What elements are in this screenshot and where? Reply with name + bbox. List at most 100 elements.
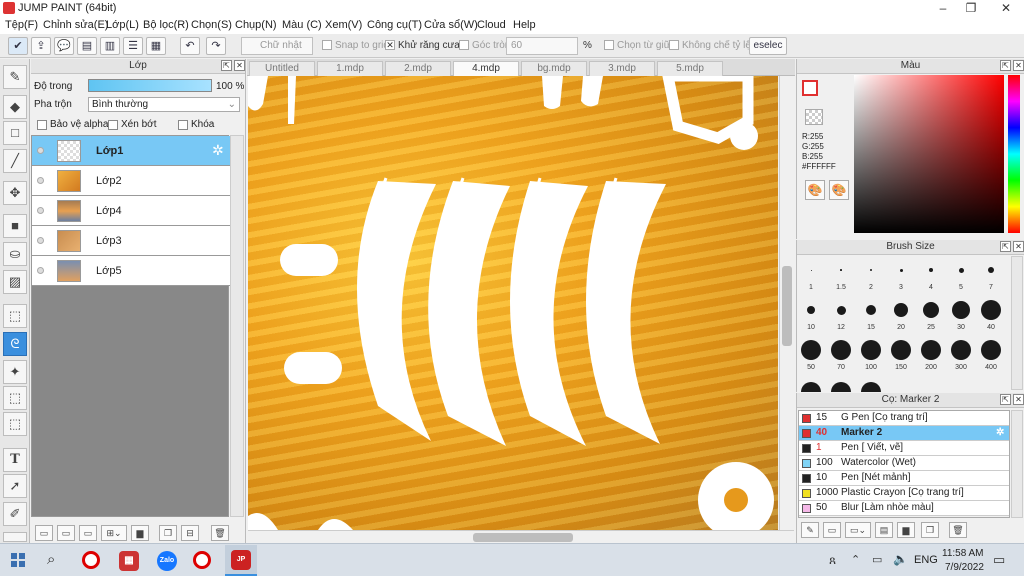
- new-layer-menu-icon[interactable]: ⊞⌄: [101, 525, 127, 541]
- menu-file[interactable]: Tệp(F): [5, 19, 38, 31]
- subtool-scrollbar[interactable]: [1011, 410, 1023, 518]
- brush-size-dot[interactable]: [923, 302, 939, 318]
- magic-wand-tool-icon[interactable]: ✦: [3, 360, 27, 384]
- canvas-vertical-scrollbar[interactable]: [779, 76, 794, 530]
- jump-paint-taskbar-button[interactable]: JP: [225, 545, 257, 576]
- visibility-icon[interactable]: [37, 147, 44, 154]
- brush-size-dot[interactable]: [894, 303, 908, 317]
- panel-close-icon[interactable]: ✕: [1013, 60, 1024, 71]
- antialias-checkbox[interactable]: ✕: [385, 40, 395, 50]
- tool-more-icon[interactable]: [3, 532, 27, 542]
- lasso-tool-icon[interactable]: ᘓ: [3, 332, 27, 356]
- selection-mode-icon[interactable]: ✔: [8, 37, 28, 55]
- panel-float-icon[interactable]: ⇱: [221, 60, 232, 71]
- brush-size-dot[interactable]: [831, 340, 851, 360]
- menu-layer[interactable]: Lớp(L): [106, 19, 139, 31]
- visibility-icon[interactable]: [37, 237, 44, 244]
- speech-bubble-icon[interactable]: 💬: [54, 37, 74, 55]
- brush-size-dot[interactable]: [840, 269, 842, 271]
- panel-close-icon[interactable]: ✕: [1013, 241, 1024, 252]
- brush-size-dot[interactable]: [861, 382, 881, 392]
- layer-list-scrollbar[interactable]: [230, 135, 244, 517]
- delete-layer-icon[interactable]: 🗑: [211, 525, 229, 541]
- eyedropper-tool-icon[interactable]: ✐: [3, 502, 27, 526]
- language-indicator[interactable]: ENG: [914, 554, 938, 566]
- visibility-icon[interactable]: [37, 267, 44, 274]
- eraser-tool-icon[interactable]: ◆: [3, 95, 27, 119]
- windows-start-icon[interactable]: [11, 553, 25, 567]
- deselect-button[interactable]: eselec: [749, 37, 787, 55]
- panel-float-icon[interactable]: ⇱: [1000, 241, 1011, 252]
- select-rect-tool-icon[interactable]: ⬚: [3, 304, 27, 328]
- notification-icon[interactable]: ▭: [993, 552, 1005, 568]
- brush-size-scrollbar[interactable]: [1011, 256, 1023, 390]
- transparent-color-swatch[interactable]: [805, 109, 823, 125]
- subtool-item[interactable]: 10 Pen [Nét mảnh]: [799, 471, 1009, 486]
- menu-capture[interactable]: Chụp(N): [235, 19, 277, 31]
- protect-alpha-checkbox[interactable]: [37, 120, 47, 130]
- new-layer-icon[interactable]: ▭: [35, 525, 53, 541]
- brush-size-dot[interactable]: [866, 305, 876, 315]
- center-checkbox[interactable]: [604, 40, 614, 50]
- app-grid-icon[interactable]: ▦: [119, 551, 139, 571]
- tab-untitled[interactable]: Untitled: [249, 61, 315, 76]
- canvas-horizontal-scrollbar[interactable]: [248, 530, 794, 543]
- palette-icon[interactable]: 🎨: [805, 180, 825, 200]
- visibility-icon[interactable]: [37, 207, 44, 214]
- layer-row-3[interactable]: Lớp4: [32, 196, 230, 226]
- brush-size-dot[interactable]: [807, 306, 815, 314]
- brush-size-dot[interactable]: [836, 305, 846, 315]
- menu-window[interactable]: Cửa sổ(W): [424, 19, 478, 31]
- brush-size-dot[interactable]: [981, 340, 1001, 360]
- hue-slider[interactable]: [1008, 75, 1020, 233]
- clipping-checkbox[interactable]: [108, 120, 118, 130]
- brush-size-dot[interactable]: [988, 267, 994, 273]
- select-eraser-tool-icon[interactable]: ⬚: [3, 412, 27, 436]
- brush-size-dot[interactable]: [951, 340, 971, 360]
- brush-tool-icon[interactable]: ✎: [3, 65, 27, 89]
- blend-mode-select[interactable]: Bình thường ⌄: [88, 97, 240, 112]
- menu-view[interactable]: Xem(V): [325, 19, 362, 31]
- menu-cloud[interactable]: Cloud: [477, 19, 506, 31]
- pen-line-tool-icon[interactable]: ╱: [3, 149, 27, 173]
- layer-row-2[interactable]: Lớp2: [32, 166, 230, 196]
- brush-size-dot[interactable]: [801, 382, 821, 392]
- tab-bg-mdp[interactable]: bg.mdp: [521, 61, 587, 76]
- gear-icon[interactable]: ✲: [212, 142, 224, 159]
- menu-tools[interactable]: Công cụ(T): [367, 19, 422, 31]
- clock-time[interactable]: 11:58 AM: [942, 548, 984, 559]
- brush-size-dot[interactable]: [870, 269, 872, 271]
- brush-size-dot[interactable]: [831, 382, 851, 392]
- people-icon[interactable]: ጸ: [829, 553, 836, 568]
- panel-close-icon[interactable]: ✕: [1013, 394, 1024, 405]
- copy-brush-icon[interactable]: ▭: [823, 522, 841, 538]
- folder-icon[interactable]: ▆: [131, 525, 149, 541]
- subtool-item-selected[interactable]: 40 Marker 2 ✲: [799, 426, 1009, 441]
- select-pen-tool-icon[interactable]: ⬚: [3, 386, 27, 410]
- subtool-item[interactable]: 1 Pen [ Viết, vẽ]: [799, 441, 1009, 456]
- brush-size-dot[interactable]: [921, 340, 941, 360]
- brush-size-dot[interactable]: [801, 340, 821, 360]
- add-brush-menu-icon[interactable]: ▭⌄: [845, 522, 871, 538]
- corner-value-input[interactable]: 60: [506, 37, 578, 55]
- panel-icon[interactable]: ▤: [77, 37, 97, 55]
- duplicate-brush-icon[interactable]: ❐: [921, 522, 939, 538]
- fill-rect-tool-icon[interactable]: ■: [3, 214, 27, 238]
- menu-edit[interactable]: Chỉnh sửa(E): [43, 19, 108, 31]
- clock-date[interactable]: 7/9/2022: [945, 562, 984, 573]
- merge-layer-icon[interactable]: ⊟: [181, 525, 199, 541]
- opera-icon[interactable]: [82, 551, 100, 569]
- zalo-icon[interactable]: Zalo: [157, 551, 177, 571]
- volume-icon[interactable]: 🔈: [893, 552, 908, 566]
- corner-checkbox[interactable]: [459, 40, 469, 50]
- text-tool-icon[interactable]: T: [3, 448, 27, 472]
- tab-5-mdp[interactable]: 5.mdp: [657, 61, 723, 76]
- shape-select[interactable]: Chữ nhật: [241, 37, 313, 55]
- new-layer-8bit-icon[interactable]: ▭: [79, 525, 97, 541]
- panel-float-icon[interactable]: ⇱: [1000, 60, 1011, 71]
- brush-size-dot[interactable]: [810, 269, 812, 271]
- menu-select[interactable]: Chọn(S): [191, 19, 232, 31]
- opacity-slider[interactable]: [88, 79, 212, 92]
- brush-size-dot[interactable]: [929, 268, 933, 272]
- visibility-icon[interactable]: [37, 177, 44, 184]
